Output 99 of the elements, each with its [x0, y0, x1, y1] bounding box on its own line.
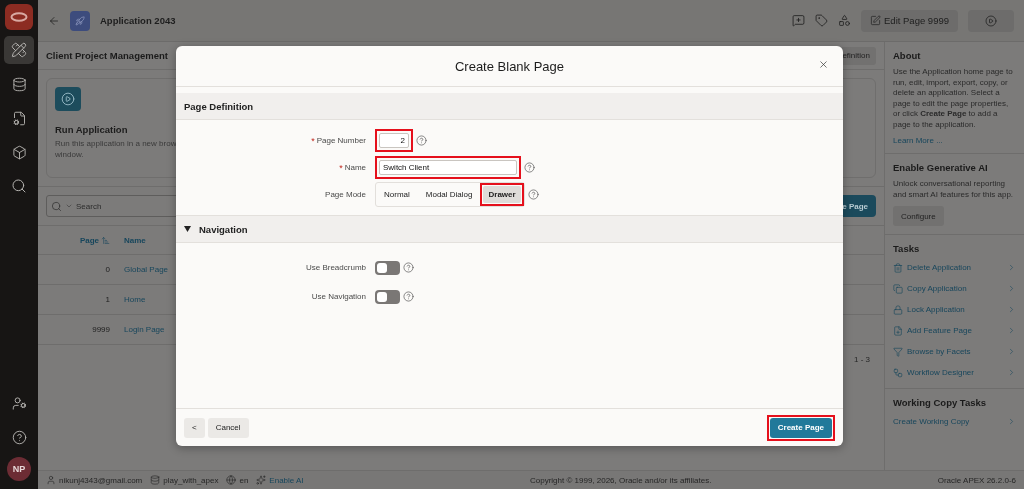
page-link[interactable]: Global Page: [118, 265, 169, 274]
toggle-switch[interactable]: [375, 260, 400, 275]
task-link[interactable]: Copy Application: [907, 284, 1003, 293]
cube-icon: [11, 144, 27, 160]
field-label: Page Mode: [324, 190, 367, 199]
app-title: Application 2043: [100, 15, 176, 26]
cancel-button[interactable]: Cancel: [207, 417, 249, 438]
enable-ai-link[interactable]: Enable AI: [269, 475, 304, 485]
ai-text: Unlock conversational reporting and smart AI features for this app.: [893, 179, 1015, 200]
back-arrow-icon: [48, 14, 60, 27]
table-cell-text: 9999: [91, 325, 111, 334]
mode-option[interactable]: Drawer: [483, 186, 521, 203]
column-header[interactable]: Name: [118, 235, 146, 245]
section-title: Working Copy Tasks: [893, 397, 987, 408]
document-gear-icon: [11, 110, 27, 126]
user-gear-icon: [11, 395, 27, 411]
column-header[interactable]: Page: [79, 235, 110, 245]
globe-icon: [226, 475, 237, 485]
sparkles-icon: [256, 475, 267, 485]
section-title: Page Definition: [184, 100, 254, 112]
sort-icon: [101, 235, 110, 245]
help-icon: [403, 291, 414, 302]
user-email: nikunj4343@gmail.com: [59, 475, 143, 485]
dialog-title: Create Blank Page: [454, 58, 565, 74]
task-link[interactable]: Browse by Facets: [907, 347, 1003, 356]
file-icon: [893, 325, 903, 336]
pagination-text: 1 - 3: [854, 355, 870, 364]
task-link[interactable]: Create Working Copy: [893, 417, 1003, 426]
chevron-down-icon: [65, 202, 73, 210]
language-label[interactable]: en: [239, 475, 249, 485]
caret-down-icon: [184, 226, 191, 232]
help-icon: [403, 262, 414, 273]
chevron-right-icon: [1007, 368, 1016, 377]
search-icon: [11, 178, 27, 194]
section-header[interactable]: Navigation: [176, 216, 843, 243]
page-title: Client Project Management: [46, 50, 168, 61]
page-link[interactable]: Login Page: [118, 325, 165, 334]
play-icon: [61, 92, 75, 106]
tag-icon: [815, 14, 828, 27]
workspace-name: play_with_apex: [163, 475, 219, 485]
close-icon: [818, 59, 829, 70]
back-button[interactable]: <: [184, 417, 205, 438]
table-cell-text: 1: [104, 295, 111, 304]
workflow-icon: [893, 367, 903, 378]
edit-page-button[interactable]: Edit Page 9999: [861, 9, 958, 32]
logo[interactable]: [5, 4, 33, 30]
toggle-switch[interactable]: [375, 289, 400, 304]
copy-icon: [893, 283, 903, 294]
required-marker: *: [311, 135, 315, 146]
chevron-right-icon: [1007, 284, 1016, 293]
pencil-ruler-icon: [11, 42, 27, 58]
sidebar-item[interactable]: [4, 36, 34, 64]
section-title: About: [893, 50, 921, 61]
funnel-icon: [893, 346, 903, 357]
oval-icon: [10, 12, 28, 22]
close-button[interactable]: [818, 59, 829, 70]
learn-more-link[interactable]: Learn More ...: [893, 136, 943, 145]
chevron-right-icon: [1007, 347, 1016, 356]
chevron-right-icon: [1007, 263, 1016, 272]
field-label: * Page Number: [310, 135, 367, 146]
page-number-field[interactable]: 2: [379, 133, 409, 148]
table-cell-text: 0: [104, 265, 111, 274]
page-link[interactable]: Home: [118, 295, 146, 304]
task-link[interactable]: Delete Application: [907, 263, 1003, 272]
card-title: Run Application: [55, 124, 129, 135]
user-icon: [46, 475, 56, 485]
chevron-right-icon: [1007, 305, 1016, 314]
field-label: Use Breadcrumb: [304, 263, 367, 272]
comment-icon: [792, 14, 805, 27]
task-link[interactable]: Lock Application: [907, 305, 1003, 314]
section-title: Enable Generative AI: [893, 162, 988, 173]
section-title: Navigation: [199, 223, 248, 235]
chevron-right-icon: [1007, 326, 1016, 335]
section-title: Tasks: [893, 243, 920, 254]
help-icon: [416, 135, 427, 146]
rocket-icon: [75, 15, 85, 26]
edit-icon: [870, 15, 881, 26]
lock-icon: [893, 304, 903, 315]
copyright-text: Copyright © 1999, 2026, Oracle and/or its affiliates.: [528, 475, 713, 485]
field-label: * Name: [338, 162, 367, 173]
task-link[interactable]: Add Feature Page: [907, 326, 1003, 335]
search-icon: [51, 200, 62, 212]
help-icon: [524, 162, 535, 173]
play-icon: [985, 14, 997, 27]
configure-button[interactable]: Configure: [893, 206, 944, 226]
database-icon: [150, 475, 161, 485]
task-link[interactable]: Workflow Designer: [907, 368, 1003, 377]
user-avatar[interactable]: NP: [7, 457, 31, 481]
database-icon: [11, 76, 27, 92]
name-field[interactable]: Switch Client: [379, 160, 517, 175]
create-page-button[interactable]: Create Page: [769, 417, 832, 438]
shapes-icon: [838, 14, 851, 27]
trash-icon: [893, 262, 903, 273]
required-marker: *: [339, 162, 343, 173]
version-text: Oracle APEX 26.2.0-6: [937, 475, 1016, 485]
help-icon: [11, 429, 27, 445]
field-label: Use Navigation: [310, 292, 367, 301]
help-icon: [527, 189, 539, 200]
chevron-right-icon: [1007, 417, 1016, 426]
